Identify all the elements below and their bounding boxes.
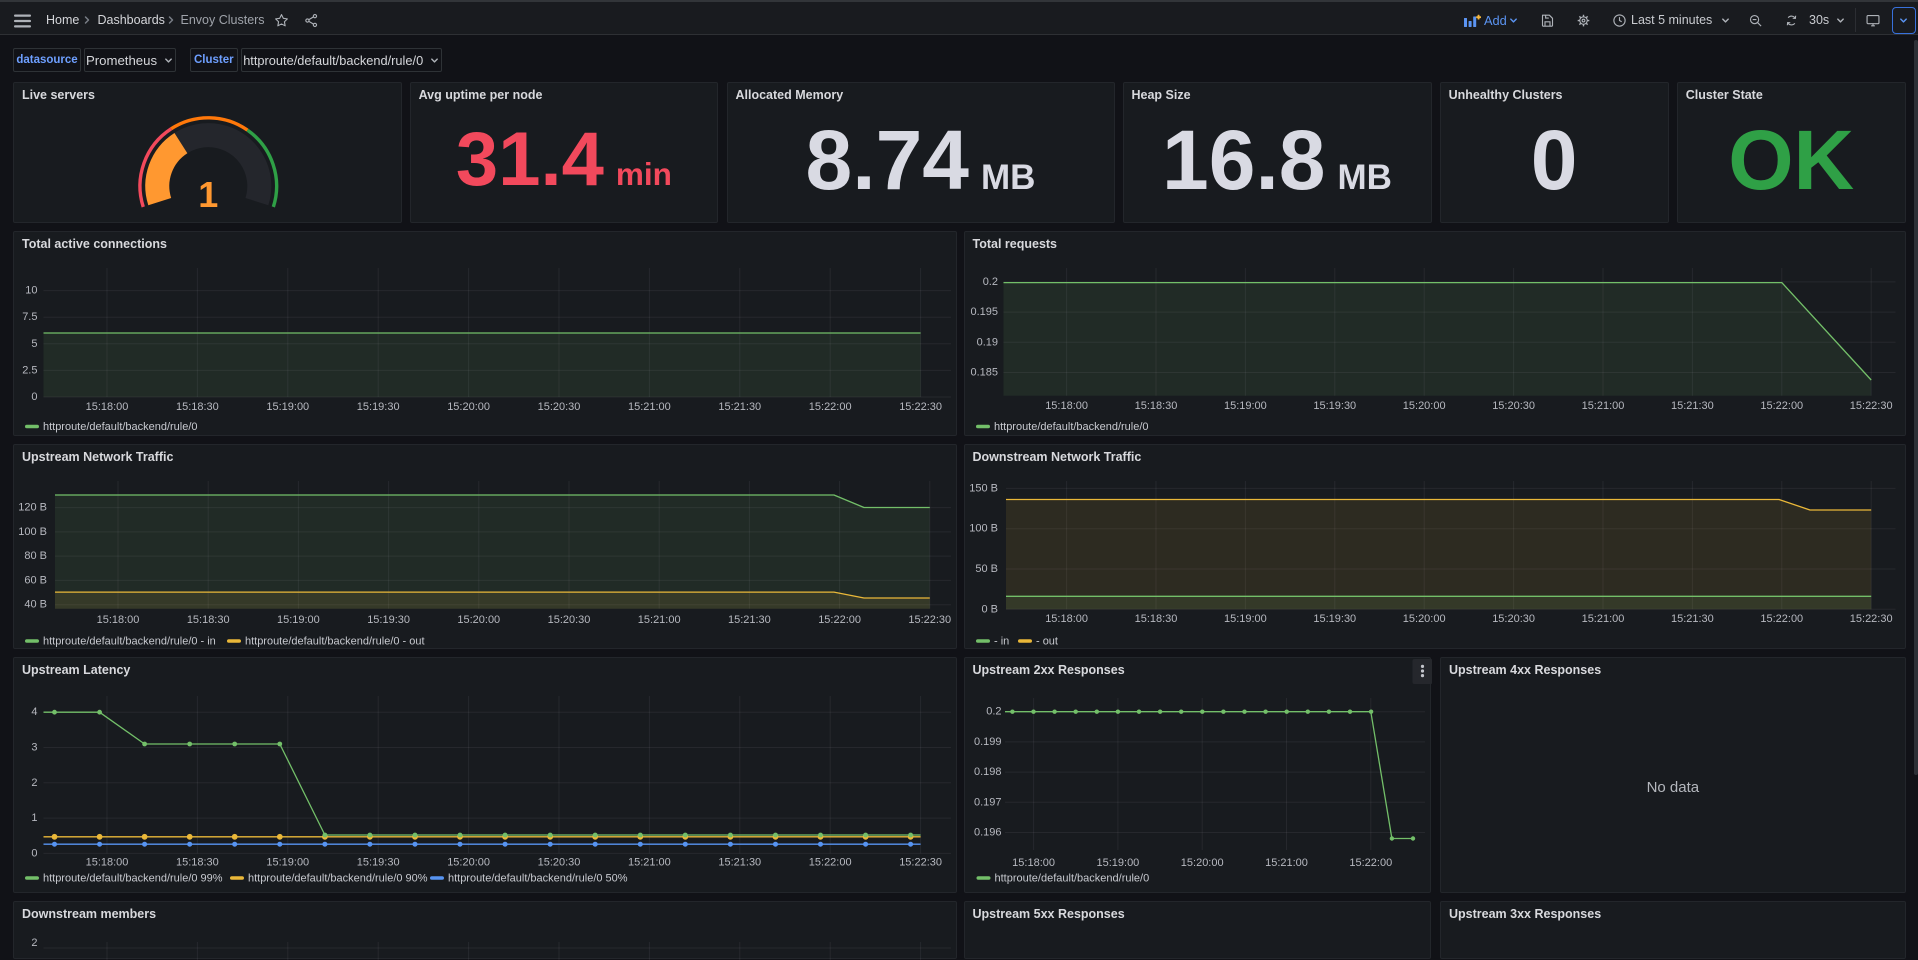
svg-text:15:18:30: 15:18:30 bbox=[176, 401, 219, 413]
svg-text:15:18:00: 15:18:00 bbox=[1012, 857, 1055, 869]
svg-text:15:21:00: 15:21:00 bbox=[1581, 613, 1624, 625]
svg-text:15:20:00: 15:20:00 bbox=[1180, 857, 1223, 869]
svg-text:120 B: 120 B bbox=[18, 502, 47, 514]
svg-text:15:18:00: 15:18:00 bbox=[1045, 613, 1088, 625]
svg-text:httproute/default/backend/rule: httproute/default/backend/rule/0 50% bbox=[448, 872, 628, 884]
svg-text:15:19:30: 15:19:30 bbox=[357, 856, 400, 868]
svg-text:15:19:30: 15:19:30 bbox=[1313, 400, 1356, 412]
svg-text:15:22:30: 15:22:30 bbox=[1849, 613, 1892, 625]
svg-text:3: 3 bbox=[31, 742, 37, 754]
svg-text:httproute/default/backend/rule: httproute/default/backend/rule/0 bbox=[994, 873, 1149, 885]
svg-text:15:22:30: 15:22:30 bbox=[899, 401, 942, 413]
svg-text:15:19:00: 15:19:00 bbox=[266, 856, 309, 868]
svg-text:15:20:30: 15:20:30 bbox=[538, 856, 581, 868]
svg-text:15:21:30: 15:21:30 bbox=[1671, 613, 1714, 625]
svg-text:15:21:30: 15:21:30 bbox=[728, 614, 771, 626]
svg-text:0.19: 0.19 bbox=[976, 336, 997, 348]
svg-text:15:21:00: 15:21:00 bbox=[628, 856, 671, 868]
svg-text:15:21:00: 15:21:00 bbox=[628, 401, 671, 413]
svg-text:15:21:30: 15:21:30 bbox=[718, 401, 761, 413]
svg-text:1: 1 bbox=[198, 174, 218, 215]
svg-text:0.196: 0.196 bbox=[973, 827, 1001, 839]
svg-text:15:20:30: 15:20:30 bbox=[548, 614, 591, 626]
svg-text:7.5: 7.5 bbox=[22, 311, 37, 323]
svg-text:15:22:00: 15:22:00 bbox=[809, 856, 852, 868]
svg-text:15:19:00: 15:19:00 bbox=[277, 614, 320, 626]
svg-text:15:18:00: 15:18:00 bbox=[86, 856, 129, 868]
svg-text:15:20:00: 15:20:00 bbox=[457, 614, 500, 626]
svg-text:httproute/default/backend/rule: httproute/default/backend/rule/0 99% bbox=[43, 872, 223, 884]
svg-text:1: 1 bbox=[31, 812, 37, 824]
svg-text:- out: - out bbox=[1035, 635, 1057, 647]
svg-text:0 B: 0 B bbox=[981, 603, 998, 615]
svg-text:15:19:30: 15:19:30 bbox=[367, 614, 410, 626]
svg-text:15:20:30: 15:20:30 bbox=[1492, 400, 1535, 412]
svg-text:15:21:30: 15:21:30 bbox=[718, 856, 761, 868]
svg-text:50 B: 50 B bbox=[975, 563, 998, 575]
svg-text:15:19:00: 15:19:00 bbox=[1096, 857, 1139, 869]
svg-text:15:19:00: 15:19:00 bbox=[266, 401, 309, 413]
svg-text:15:22:30: 15:22:30 bbox=[1849, 400, 1892, 412]
svg-text:0.199: 0.199 bbox=[973, 736, 1001, 748]
svg-text:15:18:30: 15:18:30 bbox=[176, 856, 219, 868]
svg-text:httproute/default/backend/rule: httproute/default/backend/rule/0 90% bbox=[248, 872, 428, 884]
svg-text:15:21:00: 15:21:00 bbox=[1581, 400, 1624, 412]
svg-text:15:18:00: 15:18:00 bbox=[1045, 400, 1088, 412]
svg-text:15:20:00: 15:20:00 bbox=[1402, 400, 1445, 412]
svg-text:15:21:00: 15:21:00 bbox=[1265, 857, 1308, 869]
svg-text:60 B: 60 B bbox=[24, 574, 47, 586]
svg-text:0.2: 0.2 bbox=[982, 276, 997, 288]
svg-text:15:20:00: 15:20:00 bbox=[1402, 613, 1445, 625]
svg-text:80 B: 80 B bbox=[24, 550, 47, 562]
svg-text:15:20:30: 15:20:30 bbox=[1492, 613, 1535, 625]
svg-text:100 B: 100 B bbox=[18, 526, 47, 538]
svg-text:15:19:30: 15:19:30 bbox=[357, 401, 400, 413]
svg-text:10: 10 bbox=[25, 285, 37, 297]
svg-text:httproute/default/backend/rule: httproute/default/backend/rule/0 - in bbox=[43, 635, 216, 647]
svg-text:15:19:30: 15:19:30 bbox=[1313, 613, 1356, 625]
svg-text:15:22:30: 15:22:30 bbox=[908, 614, 951, 626]
svg-text:15:18:00: 15:18:00 bbox=[97, 614, 140, 626]
svg-text:15:18:30: 15:18:30 bbox=[1134, 613, 1177, 625]
svg-text:0.198: 0.198 bbox=[973, 766, 1001, 778]
svg-text:15:22:00: 15:22:00 bbox=[818, 614, 861, 626]
svg-text:150 B: 150 B bbox=[969, 482, 998, 494]
svg-text:4: 4 bbox=[31, 706, 37, 718]
svg-text:15:22:30: 15:22:30 bbox=[899, 856, 942, 868]
svg-text:5: 5 bbox=[31, 338, 37, 350]
svg-text:2.5: 2.5 bbox=[22, 364, 37, 376]
svg-text:- in: - in bbox=[993, 635, 1008, 647]
svg-text:0.197: 0.197 bbox=[973, 796, 1001, 808]
svg-text:0: 0 bbox=[31, 847, 37, 859]
svg-text:15:22:00: 15:22:00 bbox=[1349, 857, 1392, 869]
svg-text:15:22:00: 15:22:00 bbox=[1760, 400, 1803, 412]
svg-text:15:19:00: 15:19:00 bbox=[1224, 613, 1267, 625]
svg-text:2: 2 bbox=[31, 936, 37, 948]
svg-text:httproute/default/backend/rule: httproute/default/backend/rule/0 bbox=[43, 421, 198, 433]
svg-text:15:18:30: 15:18:30 bbox=[1134, 400, 1177, 412]
svg-text:15:22:00: 15:22:00 bbox=[809, 401, 852, 413]
svg-text:0: 0 bbox=[31, 391, 37, 403]
svg-text:httproute/default/backend/rule: httproute/default/backend/rule/0 bbox=[993, 421, 1148, 433]
svg-text:15:21:30: 15:21:30 bbox=[1671, 400, 1714, 412]
svg-text:15:21:00: 15:21:00 bbox=[638, 614, 681, 626]
svg-text:15:20:00: 15:20:00 bbox=[447, 401, 490, 413]
svg-text:15:18:30: 15:18:30 bbox=[187, 614, 230, 626]
svg-text:0.2: 0.2 bbox=[986, 706, 1001, 718]
svg-text:2: 2 bbox=[31, 777, 37, 789]
svg-text:15:22:00: 15:22:00 bbox=[1760, 613, 1803, 625]
svg-text:15:20:00: 15:20:00 bbox=[447, 856, 490, 868]
svg-text:40 B: 40 B bbox=[24, 599, 47, 611]
svg-text:100 B: 100 B bbox=[969, 523, 998, 535]
svg-text:httproute/default/backend/rule: httproute/default/backend/rule/0 - out bbox=[245, 635, 425, 647]
svg-text:15:18:00: 15:18:00 bbox=[86, 401, 129, 413]
svg-text:15:19:00: 15:19:00 bbox=[1224, 400, 1267, 412]
svg-text:15:20:30: 15:20:30 bbox=[538, 401, 581, 413]
svg-text:0.195: 0.195 bbox=[970, 306, 998, 318]
svg-text:0.185: 0.185 bbox=[970, 366, 998, 378]
